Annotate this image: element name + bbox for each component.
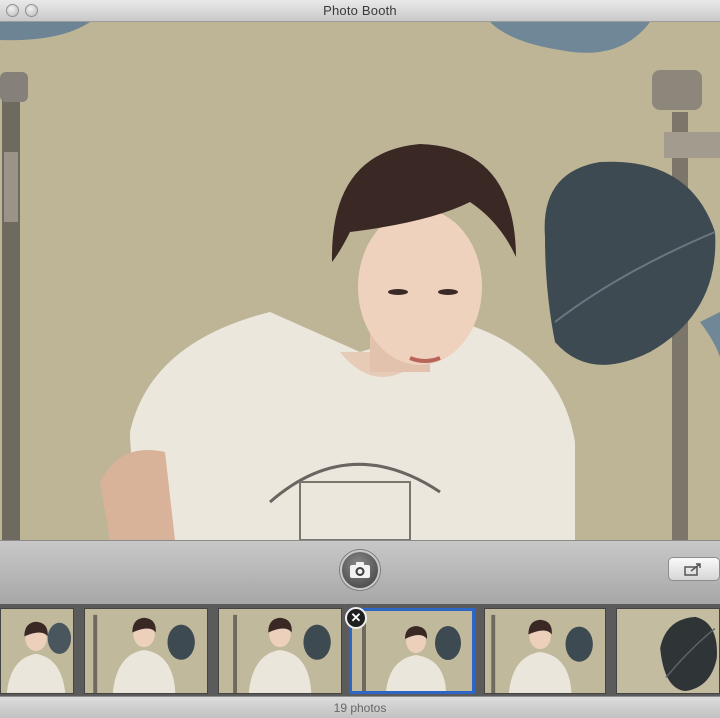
photo-count: 19 photos [333,701,387,715]
title-bar: Photo Booth [0,0,720,22]
photo-thumbnail[interactable] [484,608,606,694]
take-photo-button[interactable] [340,550,380,590]
preview-image [0,22,720,540]
thumbnail-image [485,609,605,693]
thumbnail-image [85,609,207,693]
camera-preview [0,22,720,540]
delete-photo-button[interactable]: ✕ [345,607,367,629]
photo-thumbnail[interactable] [0,608,74,694]
thumbnail-image [352,611,472,691]
photo-thumbnail[interactable] [84,608,208,694]
photo-thumbnail[interactable] [218,608,342,694]
toolbar [0,540,720,604]
share-button[interactable] [668,557,720,581]
share-icon [684,563,701,576]
status-bar: 19 photos [0,696,720,718]
close-icon: ✕ [350,610,362,625]
thumbnail-image [1,609,73,693]
photo-thumbnail-selected[interactable] [349,608,475,694]
photo-thumbnail[interactable] [616,608,720,694]
thumbnail-image [617,609,719,693]
camera-icon [350,562,370,578]
thumbnail-image [219,609,341,693]
window-title: Photo Booth [323,3,397,18]
